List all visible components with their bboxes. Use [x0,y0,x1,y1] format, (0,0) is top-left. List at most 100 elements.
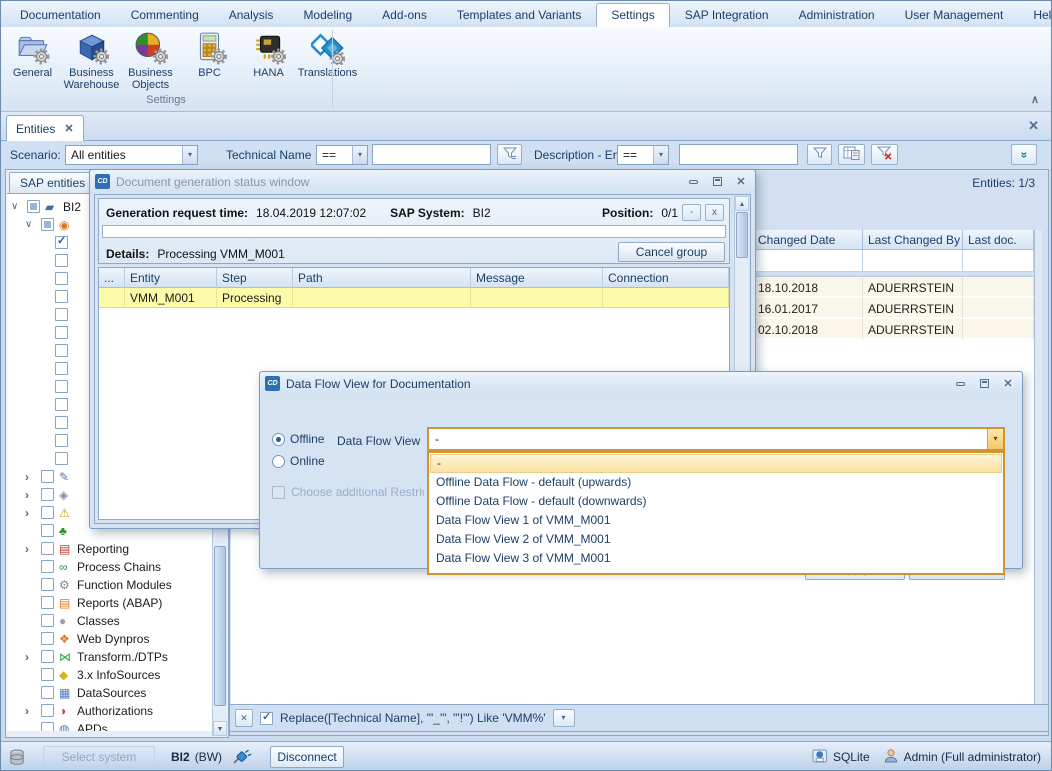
data-flow-view-combo[interactable]: - ▾ [427,427,1005,451]
tree-checkbox[interactable] [41,560,54,573]
chevron-down-icon[interactable]: ▾ [987,429,1003,449]
tree-expand-icon[interactable]: › [25,702,29,720]
tree-item-datasources[interactable]: ▦DataSources [7,684,212,702]
entities-row[interactable]: 16.01.2017ADUERRSTEIN [753,298,1034,319]
cancel-group-button[interactable]: Cancel group [618,242,725,262]
ribbon-button-bpc[interactable]: BPC [180,29,239,93]
tree-checkbox[interactable] [41,596,54,609]
entities-col-changed-date[interactable]: Changed Date [753,230,863,250]
dfv-option-offline-data-flow-default-downwards[interactable]: Offline Data Flow - default (downwards) [430,492,1002,511]
menu-tab-add-ons[interactable]: Add-ons [367,3,442,27]
clear-filter-button[interactable]: ✕ [871,144,898,165]
tree-checkbox[interactable] [55,308,68,321]
menu-tab-documentation[interactable]: Documentation [5,3,116,27]
remove-filter-icon[interactable]: ✕ [235,709,253,727]
restore-icon[interactable] [975,376,993,391]
menu-tab-modeling[interactable]: Modeling [288,3,367,27]
tree-checkbox[interactable] [41,506,54,519]
ribbon-button-translations[interactable]: Translations [298,29,357,93]
tree-checkbox[interactable] [55,290,68,303]
queue-cancel-button[interactable]: x [705,204,724,221]
tree-collapse-icon[interactable]: ∨ [25,216,32,234]
minimize-icon[interactable] [951,376,969,391]
tab-entities[interactable]: Entities ✕ [6,115,84,141]
menu-tab-settings[interactable]: Settings [596,3,669,27]
sidebar-tab-sap-entities[interactable]: SAP entities [9,172,96,193]
tree-item-classes[interactable]: ●Classes [7,612,212,630]
entities-filter-cell[interactable] [753,250,863,272]
tree-checkbox[interactable] [41,668,54,681]
gen-table-col-dots[interactable]: ... [99,268,125,288]
tree-checkbox[interactable] [55,416,68,429]
tree-checkbox[interactable] [41,704,54,717]
tree-checkbox[interactable] [55,344,68,357]
description-input[interactable] [679,144,798,165]
close-icon[interactable]: ✕ [732,174,750,189]
entities-filter-cell[interactable] [963,250,1034,272]
entities-filter-cell[interactable] [863,250,963,272]
filter-button[interactable] [807,144,832,165]
tree-checkbox[interactable] [55,380,68,393]
tree-checkbox[interactable] [55,398,68,411]
tree-item-function-modules[interactable]: ⚙Function Modules [7,576,212,594]
tree-item-3-x-infosources[interactable]: ◆3.x InfoSources [7,666,212,684]
tree-item-reporting[interactable]: ›▤Reporting [7,540,212,558]
menu-tab-commenting[interactable]: Commenting [116,3,214,27]
data-flow-view-titlebar[interactable]: CD Data Flow View for Documentation ✕ [260,372,1022,395]
chevron-down-icon[interactable]: ▾ [352,146,367,164]
tree-item-reports-abap[interactable]: ▤Reports (ABAP) [7,594,212,612]
entities-row[interactable]: 02.10.2018ADUERRSTEIN [753,319,1034,340]
tree-checkbox[interactable] [41,542,54,555]
ribbon-button-hana[interactable]: HANA [239,29,298,93]
dfv-option-offline-data-flow-default-upwards[interactable]: Offline Data Flow - default (upwards) [430,473,1002,492]
technical-name-operator-combo[interactable]: == ▾ [316,145,368,165]
scrollbar-thumb[interactable] [214,546,226,706]
chevron-down-icon[interactable]: ▾ [182,146,197,164]
scroll-down-icon[interactable]: ▼ [213,721,227,736]
tree-checkbox[interactable] [41,470,54,483]
tree-checkbox[interactable] [41,218,54,231]
tree-expand-icon[interactable]: › [25,486,29,504]
dfv-option-data-flow-view-3-of-vmm-m001[interactable]: Data Flow View 3 of VMM_M001 [430,549,1002,568]
queue-minus-button[interactable]: - [682,204,701,221]
gen-table-col-connection[interactable]: Connection [603,268,729,288]
entities-row[interactable]: 18.10.2018ADUERRSTEIN [753,277,1034,298]
tree-expand-icon[interactable]: › [25,504,29,522]
filter-editor-button[interactable] [838,144,865,165]
radio-online[interactable]: Online [272,454,325,468]
menu-tab-templates-and-variants[interactable]: Templates and Variants [442,3,597,27]
scroll-up-icon[interactable]: ▲ [735,196,749,211]
radio-offline[interactable]: Offline [272,432,324,446]
tree-item-web-dynpros[interactable]: ❖Web Dynpros [7,630,212,648]
tree-checkbox[interactable] [41,578,54,591]
tree-checkbox[interactable] [41,686,54,699]
filter-history-dropdown[interactable]: ▾ [553,709,575,727]
tree-expand-icon[interactable]: › [25,540,29,558]
gen-table-row[interactable]: VMM_M001Processing [99,288,729,308]
generation-status-titlebar[interactable]: CD Document generation status window ✕ [90,170,755,193]
tree-checkbox[interactable] [55,434,68,447]
restore-icon[interactable] [708,174,726,189]
dfv-option-item[interactable]: - [430,454,1002,473]
tab-close-icon[interactable]: ✕ [64,122,73,135]
expand-filters-button[interactable]: » [1011,144,1037,165]
menu-tab-user-management[interactable]: User Management [890,3,1019,27]
ribbon-button-business-objects[interactable]: Business Objects [121,29,180,93]
scrollbar-thumb[interactable] [736,212,748,258]
technical-name-input[interactable] [372,144,491,165]
tree-collapse-icon[interactable]: ∨ [11,198,18,216]
panel-close-icon[interactable]: ✕ [1028,118,1039,134]
gen-table-col-message[interactable]: Message [471,268,603,288]
tree-checkbox[interactable] [55,272,68,285]
menu-tab-help[interactable]: Help [1018,3,1052,27]
tree-checkbox[interactable] [55,452,68,465]
tree-checkbox[interactable] [41,524,54,537]
tree-checkbox[interactable] [55,362,68,375]
tree-item-apds[interactable]: ◍APDs [7,720,212,731]
gen-table-col-entity[interactable]: Entity [125,268,217,288]
scenario-combo[interactable]: All entities ▾ [65,145,198,165]
disconnect-button[interactable]: Disconnect [270,746,344,768]
filter-apply-button[interactable] [497,144,522,165]
tree-item-authorizations[interactable]: ›◑Authorizations [7,702,212,720]
menu-tab-analysis[interactable]: Analysis [214,3,289,27]
